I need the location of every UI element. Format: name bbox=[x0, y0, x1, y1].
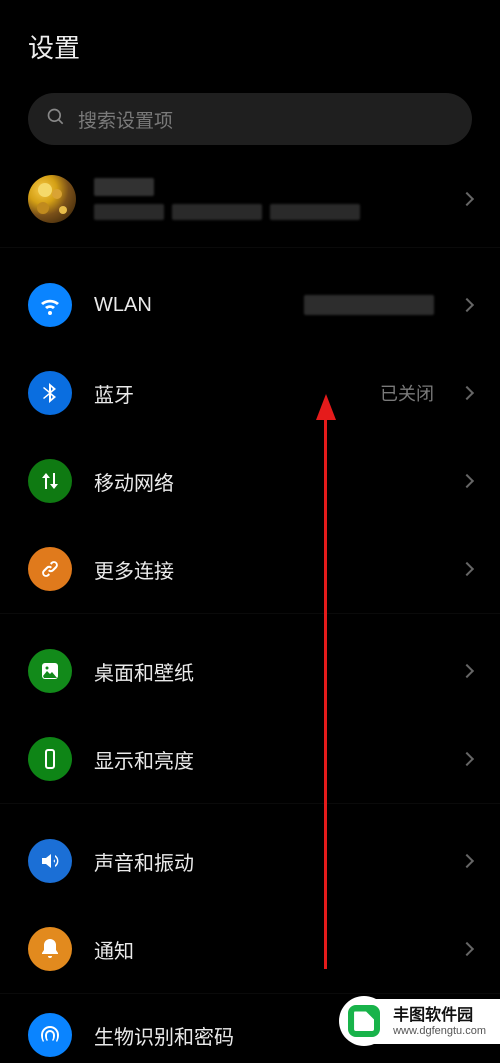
account-text bbox=[94, 178, 444, 220]
row-bluetooth[interactable]: 蓝牙 已关闭 bbox=[0, 349, 500, 437]
chevron-right-icon bbox=[460, 854, 474, 868]
row-label: WLAN bbox=[94, 294, 282, 317]
link-icon bbox=[28, 547, 72, 591]
row-more-connections[interactable]: 更多连接 bbox=[0, 525, 500, 613]
chevron-right-icon bbox=[460, 752, 474, 766]
watermark-logo-icon bbox=[341, 998, 387, 1044]
watermark: 丰图软件园 www.dgfengtu.com bbox=[347, 999, 500, 1044]
account-subtitle-redacted bbox=[94, 204, 444, 220]
fingerprint-icon bbox=[28, 1013, 72, 1057]
row-label: 更多连接 bbox=[94, 555, 440, 584]
sound-icon bbox=[28, 839, 72, 883]
row-label: 声音和振动 bbox=[94, 847, 440, 876]
bell-icon bbox=[28, 927, 72, 971]
chevron-right-icon bbox=[460, 386, 474, 400]
search-placeholder: 搜索设置项 bbox=[78, 106, 173, 133]
chevron-right-icon bbox=[460, 562, 474, 576]
row-display-brightness[interactable]: 显示和亮度 bbox=[0, 715, 500, 803]
chevron-right-icon bbox=[460, 942, 474, 956]
watermark-url: www.dgfengtu.com bbox=[393, 1025, 486, 1038]
avatar bbox=[28, 175, 76, 223]
row-label: 蓝牙 bbox=[94, 379, 358, 408]
watermark-title: 丰图软件园 bbox=[393, 1007, 486, 1025]
row-label: 移动网络 bbox=[94, 467, 440, 496]
account-name-redacted bbox=[94, 178, 154, 196]
row-label: 通知 bbox=[94, 935, 440, 964]
row-wlan[interactable]: WLAN bbox=[0, 261, 500, 349]
row-notifications[interactable]: 通知 bbox=[0, 905, 500, 993]
row-value-redacted bbox=[304, 295, 434, 315]
group-separator bbox=[0, 613, 500, 627]
row-label: 桌面和壁纸 bbox=[94, 657, 440, 686]
wallpaper-icon bbox=[28, 649, 72, 693]
group-separator bbox=[0, 803, 500, 817]
chevron-right-icon bbox=[460, 192, 474, 206]
page-title: 设置 bbox=[0, 0, 500, 83]
account-row[interactable] bbox=[0, 165, 500, 247]
wifi-icon bbox=[28, 283, 72, 327]
row-sound-vibration[interactable]: 声音和振动 bbox=[0, 817, 500, 905]
chevron-right-icon bbox=[460, 664, 474, 678]
chevron-right-icon bbox=[460, 298, 474, 312]
mobile-data-icon bbox=[28, 459, 72, 503]
group-separator bbox=[0, 247, 500, 261]
search-icon bbox=[46, 107, 66, 132]
display-icon bbox=[28, 737, 72, 781]
row-label: 显示和亮度 bbox=[94, 745, 440, 774]
row-value: 已关闭 bbox=[380, 380, 434, 406]
chevron-right-icon bbox=[460, 474, 474, 488]
row-mobile-network[interactable]: 移动网络 bbox=[0, 437, 500, 525]
bluetooth-icon bbox=[28, 371, 72, 415]
search-input[interactable]: 搜索设置项 bbox=[28, 93, 472, 145]
row-desktop-wallpaper[interactable]: 桌面和壁纸 bbox=[0, 627, 500, 715]
